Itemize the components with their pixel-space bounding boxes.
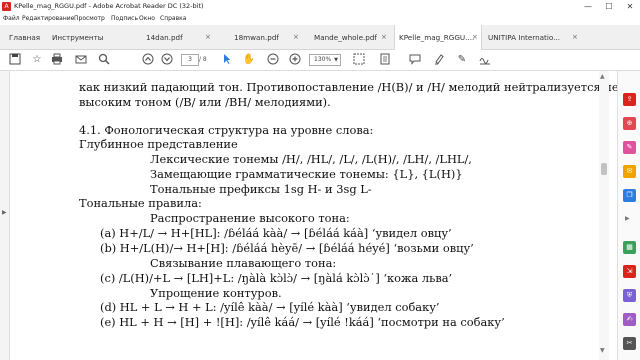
tab-tools[interactable]: Инструменты (52, 25, 103, 50)
expand-pane-icon[interactable]: ▶ (2, 209, 7, 216)
organize-pages-icon[interactable]: ▦ (623, 241, 636, 254)
text-line: высоким тоном (/B/ или /BH/ мелодиями). (79, 95, 331, 109)
text-line: Замещающие грамматические тонемы: {L}, {… (150, 167, 463, 181)
chevron-down-icon: ▼ (334, 57, 338, 63)
edit-pdf-icon[interactable]: ✎ (623, 141, 636, 154)
scroll-down-icon[interactable]: ▼ (600, 347, 605, 354)
comment-tool-icon[interactable]: ✉ (623, 165, 636, 178)
page-up-icon[interactable] (141, 53, 155, 67)
page-total: / 8 (199, 56, 207, 63)
zoom-value: 130% (314, 56, 332, 63)
tab-document-mande-whole[interactable]: Mande_whole.pdf (314, 25, 382, 50)
email-icon[interactable] (74, 53, 88, 67)
minimize-button[interactable]: — (578, 0, 598, 13)
text-line: Упрощение контуров. (150, 286, 282, 300)
example-line: (a) H+/L/ → H+[HL]: /ɓéláá kàà/ → [ɓéláá… (100, 226, 452, 240)
tab-document-kpelle-active[interactable]: KPelle_mag_RGGU.... (394, 25, 482, 50)
tab-document-unitipa[interactable]: UNITIPA Internatio... (488, 25, 566, 50)
vertical-scrollbar[interactable]: ▲ ▼ (599, 71, 609, 360)
window-title: KPelle_mag_RGGU.pdf - Adobe Acrobat Read… (14, 2, 204, 10)
pdf-page: как низкий падающий тон. Противопоставле… (66, 71, 617, 360)
maximize-button[interactable]: ☐ (599, 0, 619, 13)
menu-edit[interactable]: Редактирование (22, 15, 74, 23)
example-line: (c) /L(H)/+L → [LH]+L: /ŋàlà kɔ̀lɔ̀/ → [… (100, 271, 453, 285)
collapse-pane-icon[interactable]: ▶ (625, 215, 630, 222)
tab-close-icon[interactable]: × (381, 25, 387, 50)
export-pdf-icon[interactable]: ⇪ (623, 93, 636, 106)
tab-document-18mwan[interactable]: 18mwan.pdf (234, 25, 294, 50)
window-titlebar: A KPelle_mag_RGGU.pdf - Adobe Acrobat Re… (0, 0, 640, 13)
highlight-icon[interactable] (432, 53, 446, 67)
tools-pane: ⇪ ⊕ ✎ ✉ ❐ ▦ ⇲ ⛨ ✍ ✂ ▶ (617, 71, 640, 360)
hand-icon[interactable]: ✋ (242, 53, 256, 67)
tab-close-icon[interactable]: × (293, 25, 299, 50)
scroll-up-icon[interactable]: ▲ (600, 73, 605, 80)
menu-file[interactable]: Файл (3, 15, 20, 23)
zoom-out-icon[interactable] (266, 53, 280, 67)
menu-bar: Файл Редактирование Просмотр Подпись Окн… (0, 13, 640, 25)
document-view[interactable]: ▶ как низкий падающий тон. Противопостав… (0, 71, 617, 360)
more-tools-icon[interactable]: ✂ (623, 337, 636, 350)
tab-close-icon[interactable]: × (572, 25, 578, 50)
menu-window[interactable]: Окно (139, 15, 155, 23)
text-line: Тональные префиксы 1sg H- и 3sg L- (150, 182, 372, 196)
sign-icon[interactable] (478, 53, 492, 67)
marquee-zoom-icon[interactable] (352, 53, 366, 67)
tab-document-14dan[interactable]: 14dan.pdf (146, 25, 206, 50)
scroll-thumb[interactable] (601, 163, 607, 175)
protect-icon[interactable]: ⛨ (623, 289, 636, 302)
close-window-button[interactable]: ✕ (620, 0, 640, 13)
page-down-icon[interactable] (160, 53, 174, 67)
text-line: Распространение высокого тона: (150, 211, 350, 225)
text-line: как низкий падающий тон. Противопоставле… (79, 80, 617, 94)
menu-help[interactable]: Справка (160, 15, 186, 23)
bookmark-icon[interactable]: ☆ (30, 53, 44, 67)
example-line: (d) HL + L → H + L: /yílê kàà/ → [yílé k… (100, 300, 440, 314)
create-pdf-icon[interactable]: ⊕ (623, 117, 636, 130)
compress-pdf-icon[interactable]: ⇲ (623, 265, 636, 278)
zoom-select[interactable]: 130% ▼ (309, 54, 341, 66)
search-icon[interactable] (97, 53, 111, 67)
navigation-pane: ▶ (0, 71, 10, 360)
text-line: Лексические тонемы /H/, /HL/, /L/, /L(H)… (150, 152, 472, 166)
print-icon[interactable] (50, 53, 64, 67)
draw-icon[interactable]: ✎ (455, 53, 469, 67)
text-line: Глубинное представление (79, 137, 238, 151)
tab-bar: Главная Инструменты 14dan.pdf × 18mwan.p… (0, 25, 640, 50)
select-cursor-icon[interactable] (220, 53, 234, 67)
toolbar: ☆ 3 / 8 ✋ 130% ▼ ✎ (0, 50, 640, 71)
zoom-in-icon[interactable] (288, 53, 302, 67)
section-heading: 4.1. Фонологическая структура на уровне … (79, 123, 374, 137)
example-line: (e) HL + H → [H] + ![H]: /yílê káá/ → [y… (100, 315, 505, 329)
page-number-input[interactable]: 3 (181, 54, 199, 66)
menu-view[interactable]: Просмотр (74, 15, 105, 23)
text-line: Связывание плавающего тона: (150, 256, 337, 270)
tab-home[interactable]: Главная (9, 25, 40, 50)
menu-sign[interactable]: Подпись (111, 15, 138, 23)
tab-close-icon[interactable]: × (205, 25, 211, 50)
combine-files-icon[interactable]: ❐ (623, 189, 636, 202)
example-line: (b) H+/L(H)/→ H+[H]: /ɓéláá hèyē/ → [ɓél… (100, 241, 474, 255)
fill-sign-icon[interactable]: ✍ (623, 313, 636, 326)
acrobat-icon: A (2, 2, 11, 11)
comment-icon[interactable] (408, 53, 422, 67)
fit-page-icon[interactable] (378, 53, 392, 67)
tab-close-icon[interactable]: × (472, 25, 478, 50)
text-line: Тональные правила: (79, 196, 202, 210)
save-icon[interactable] (8, 53, 22, 67)
